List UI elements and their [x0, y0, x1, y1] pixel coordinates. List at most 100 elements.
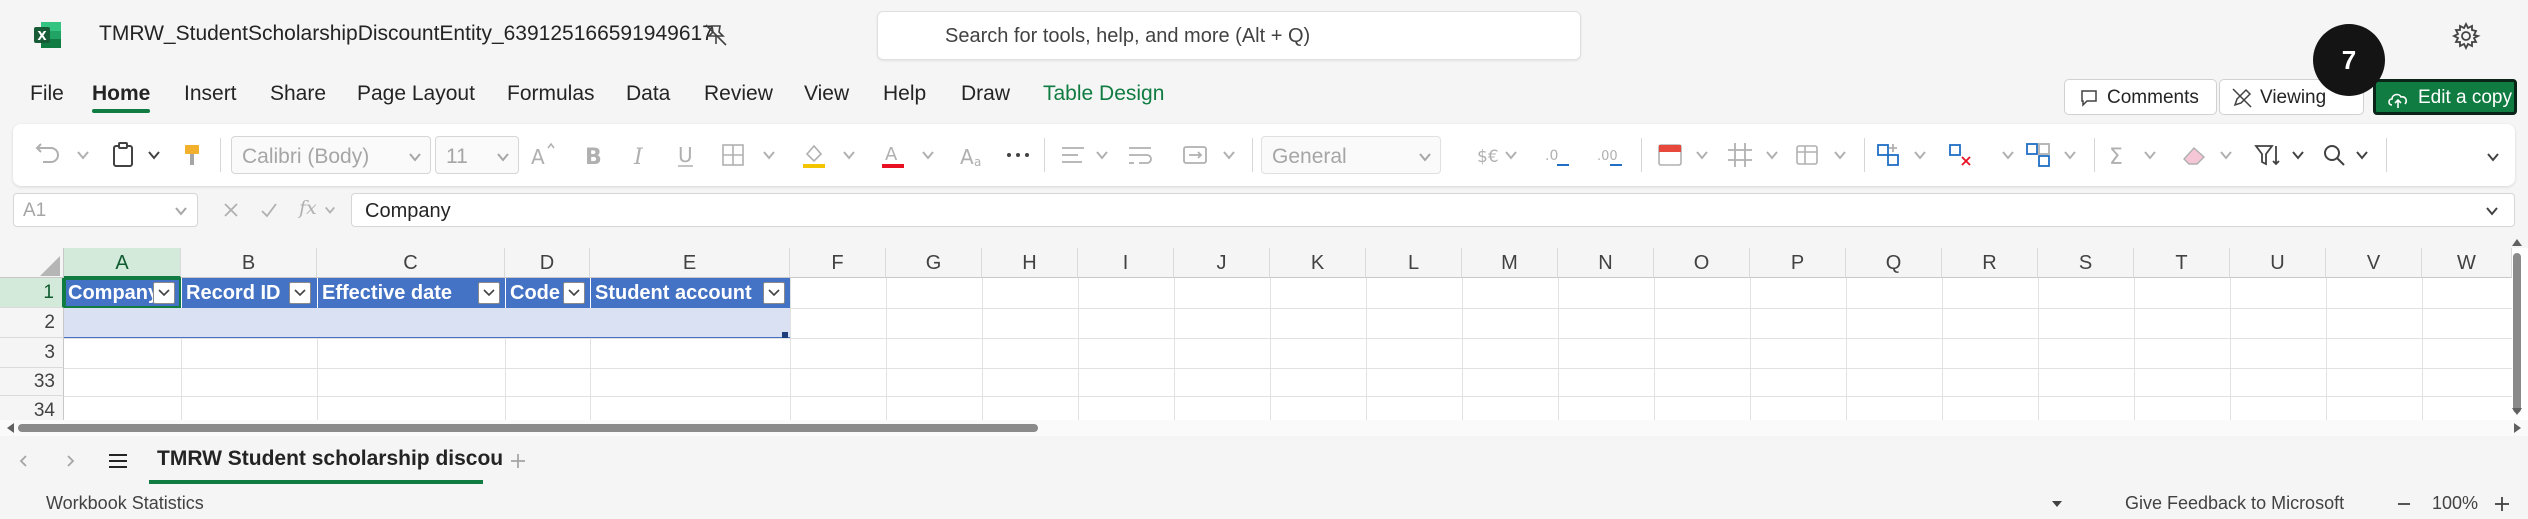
- undo-icon[interactable]: [33, 140, 63, 170]
- column-header[interactable]: Q: [1846, 248, 1942, 278]
- chevron-down-icon[interactable]: [2143, 148, 2157, 162]
- column-header[interactable]: V: [2326, 248, 2422, 278]
- column-header[interactable]: I: [1078, 248, 1174, 278]
- spreadsheet-grid[interactable]: A B C D E F G H I J K L M N O P Q R S T …: [0, 248, 2528, 423]
- italic-icon[interactable]: I: [625, 140, 655, 170]
- horizontal-scroll-thumb[interactable]: [18, 424, 1038, 432]
- format-painter-icon[interactable]: [178, 140, 208, 170]
- chevron-down-icon[interactable]: [2291, 148, 2305, 162]
- all-sheets-menu-icon[interactable]: [107, 451, 129, 471]
- tab-home[interactable]: Home: [92, 82, 150, 106]
- tab-file[interactable]: File: [30, 82, 64, 106]
- edit-a-copy-button[interactable]: Edit a copy: [2373, 79, 2517, 115]
- column-header[interactable]: M: [1462, 248, 1558, 278]
- chevron-down-icon[interactable]: [1504, 148, 1518, 162]
- more-options-icon[interactable]: [1003, 140, 1033, 170]
- find-search-icon[interactable]: [2319, 140, 2349, 170]
- scroll-left-arrow-icon[interactable]: [6, 423, 16, 433]
- chevron-down-icon[interactable]: [2063, 148, 2077, 162]
- column-header[interactable]: K: [1270, 248, 1366, 278]
- sort-filter-icon[interactable]: [2253, 140, 2283, 170]
- align-icon[interactable]: [1058, 140, 1088, 170]
- cell-styles-icon[interactable]: [1793, 140, 1823, 170]
- column-header[interactable]: P: [1750, 248, 1846, 278]
- borders-icon[interactable]: [718, 140, 748, 170]
- search-input[interactable]: Search for tools, help, and more (Alt + …: [877, 11, 1581, 60]
- column-header[interactable]: W: [2422, 248, 2512, 278]
- scroll-down-arrow-icon[interactable]: [2512, 406, 2522, 416]
- zoom-in-icon[interactable]: [2493, 495, 2511, 513]
- chevron-down-icon[interactable]: [2219, 148, 2233, 162]
- chevron-down-icon[interactable]: [324, 204, 336, 216]
- filter-dropdown-button[interactable]: [763, 282, 785, 304]
- chevron-down-icon[interactable]: [147, 148, 161, 162]
- tab-review[interactable]: Review: [704, 82, 773, 106]
- font-name-dropdown[interactable]: Calibri (Body): [231, 136, 431, 174]
- column-header[interactable]: O: [1654, 248, 1750, 278]
- chevron-down-icon[interactable]: [1095, 148, 1109, 162]
- clear-eraser-icon[interactable]: [2179, 140, 2209, 170]
- tab-insert[interactable]: Insert: [184, 82, 237, 106]
- chevron-down-icon[interactable]: [842, 148, 856, 162]
- ribbon-expand-chevron-icon[interactable]: [2486, 150, 2500, 164]
- chevron-down-icon[interactable]: [1913, 148, 1927, 162]
- tab-draw[interactable]: Draw: [961, 82, 1010, 106]
- table-header-cell[interactable]: Effective date: [317, 278, 505, 308]
- column-header[interactable]: C: [317, 248, 505, 278]
- document-title[interactable]: TMRW_StudentScholarshipDiscountEntity_63…: [99, 22, 714, 46]
- format-cells-icon[interactable]: [2023, 140, 2053, 170]
- bold-icon[interactable]: B: [578, 140, 608, 170]
- table-row[interactable]: [64, 308, 790, 338]
- wrap-text-icon[interactable]: [1125, 140, 1155, 170]
- chevron-down-icon[interactable]: [2485, 204, 2499, 218]
- zoom-out-icon[interactable]: [2396, 496, 2412, 512]
- column-header[interactable]: A: [64, 248, 181, 278]
- chevron-down-icon[interactable]: [1222, 148, 1236, 162]
- chevron-down-icon[interactable]: [2355, 148, 2369, 162]
- filter-dropdown-button[interactable]: [289, 282, 311, 304]
- number-format-dropdown[interactable]: General: [1261, 136, 1441, 174]
- tab-view[interactable]: View: [804, 82, 849, 106]
- decrease-decimal-icon[interactable]: .0: [1543, 140, 1573, 170]
- column-header[interactable]: G: [886, 248, 982, 278]
- column-header[interactable]: J: [1174, 248, 1270, 278]
- delete-cells-icon[interactable]: [1945, 140, 1975, 170]
- column-header[interactable]: N: [1558, 248, 1654, 278]
- tab-formulas[interactable]: Formulas: [507, 82, 595, 106]
- chevron-down-icon[interactable]: [2051, 499, 2063, 509]
- row-header[interactable]: 3: [0, 338, 64, 368]
- name-box[interactable]: A1: [13, 193, 198, 227]
- font-size-dropdown[interactable]: 11: [435, 136, 519, 174]
- tab-page-layout[interactable]: Page Layout: [357, 82, 475, 106]
- active-cell-a1[interactable]: [64, 278, 181, 308]
- sheet-tab-active[interactable]: TMRW Student scholarship discou: [157, 447, 503, 471]
- clipboard-icon[interactable]: [108, 140, 138, 170]
- row-header[interactable]: 33: [0, 368, 64, 396]
- row-header[interactable]: 1: [0, 278, 64, 308]
- chevron-down-icon[interactable]: [1833, 148, 1847, 162]
- column-header[interactable]: D: [505, 248, 590, 278]
- previous-sheet-icon[interactable]: [16, 453, 32, 469]
- select-all-corner[interactable]: [0, 248, 64, 278]
- font-size-increase-icon[interactable]: A: [528, 140, 558, 170]
- workbook-statistics[interactable]: Workbook Statistics: [46, 493, 204, 514]
- chevron-down-icon[interactable]: [1765, 148, 1779, 162]
- cancel-x-icon[interactable]: [221, 200, 241, 220]
- column-header[interactable]: H: [982, 248, 1078, 278]
- currency-format-icon[interactable]: $€: [1475, 140, 1505, 170]
- column-header[interactable]: U: [2230, 248, 2326, 278]
- column-header[interactable]: B: [181, 248, 317, 278]
- column-header[interactable]: F: [790, 248, 886, 278]
- give-feedback-link[interactable]: Give Feedback to Microsoft: [2125, 493, 2344, 514]
- confirm-check-icon[interactable]: [259, 200, 279, 220]
- font-color-icon[interactable]: A: [878, 140, 908, 170]
- next-sheet-icon[interactable]: [62, 453, 78, 469]
- merge-cells-icon[interactable]: [1180, 140, 1210, 170]
- tab-data[interactable]: Data: [626, 82, 670, 106]
- vertical-scroll-thumb[interactable]: [2513, 253, 2521, 413]
- row-header[interactable]: 34: [0, 396, 64, 423]
- tab-help[interactable]: Help: [883, 82, 926, 106]
- zoom-level[interactable]: 100%: [2432, 493, 2478, 514]
- chevron-down-icon[interactable]: [762, 148, 776, 162]
- filter-dropdown-button[interactable]: [563, 282, 585, 304]
